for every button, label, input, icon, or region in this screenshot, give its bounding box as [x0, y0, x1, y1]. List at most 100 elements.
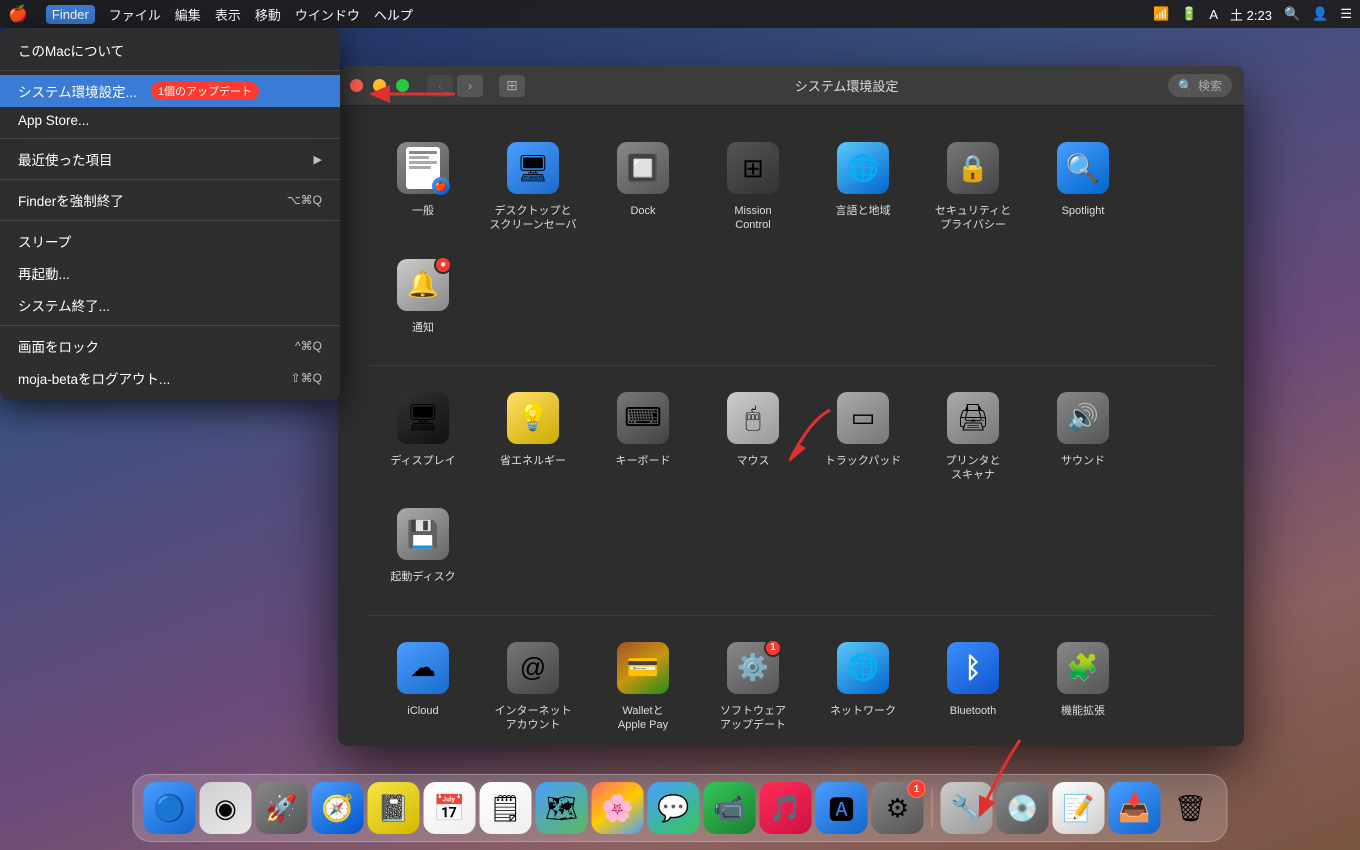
- icon-img-mouse: 🖱: [723, 388, 783, 448]
- icon-item-spotlight[interactable]: 🔍 Spotlight: [1028, 126, 1138, 243]
- icon-item-sound[interactable]: 🔊 サウンド: [1028, 376, 1138, 493]
- dock-separator: [932, 788, 933, 828]
- minimize-button[interactable]: [373, 79, 386, 92]
- icon-label-keyboard: キーボード: [616, 454, 671, 468]
- menubar-finder[interactable]: Finder: [46, 5, 95, 24]
- icon-item-network[interactable]: 🌐 ネットワーク: [808, 626, 918, 743]
- back-button[interactable]: ‹: [427, 75, 453, 97]
- dock-item-safari[interactable]: 🧭: [312, 782, 364, 834]
- menubar-help[interactable]: ヘルプ: [374, 5, 413, 24]
- icon-item-internet[interactable]: @ インターネットアカウント: [478, 626, 588, 743]
- menu-logout[interactable]: moja-betaをログアウト... ⇧⌘Q: [0, 362, 340, 394]
- menu-restart[interactable]: 再起動...: [0, 257, 340, 289]
- menubar-control-center[interactable]: ☰: [1340, 6, 1352, 22]
- icon-img-extensions: 🧩: [1053, 638, 1113, 698]
- dock-item-sysinfo[interactable]: 🔧: [941, 782, 993, 834]
- menu-syspref[interactable]: システム環境設定... 1個のアップデート: [0, 75, 340, 107]
- menu-lock[interactable]: 画面をロック ^⌘Q: [0, 330, 340, 362]
- icon-item-mission[interactable]: ⊞ MissionControl: [698, 126, 808, 243]
- dock-item-siri[interactable]: ◉: [200, 782, 252, 834]
- menu-appstore[interactable]: App Store...: [0, 107, 340, 134]
- icon-item-keyboard[interactable]: ⌨ キーボード: [588, 376, 698, 493]
- menubar-edit[interactable]: 編集: [175, 5, 201, 24]
- dock-item-maps[interactable]: 🗺: [536, 782, 588, 834]
- icon-item-mouse[interactable]: 🖱 マウス: [698, 376, 808, 493]
- dock-item-messages[interactable]: 💬: [648, 782, 700, 834]
- dock-item-downloads[interactable]: 📥: [1109, 782, 1161, 834]
- icon-item-display[interactable]: 🖥 ディスプレイ: [368, 376, 478, 493]
- dock-item-syspref[interactable]: ⚙1: [872, 782, 924, 834]
- menubar: 🍎 Finder ファイル 編集 表示 移動 ウインドウ ヘルプ 📶 🔋 A 土…: [0, 0, 1360, 28]
- forward-button[interactable]: ›: [457, 75, 483, 97]
- dock-item-textedit[interactable]: 📝: [1053, 782, 1105, 834]
- icon-item-language[interactable]: 🌐 言語と地域: [808, 126, 918, 243]
- dock-item-facetime[interactable]: 📹: [704, 782, 756, 834]
- icon-item-general[interactable]: 🍎 一般: [368, 126, 478, 243]
- icon-item-energy[interactable]: 💡 省エネルギー: [478, 376, 588, 493]
- dock-item-trash[interactable]: 🗑: [1165, 782, 1217, 834]
- search-placeholder: 検索: [1198, 77, 1222, 94]
- dock-item-appstore[interactable]: 🅰: [816, 782, 868, 834]
- icon-item-security[interactable]: 🔒 セキュリティとプライバシー: [918, 126, 1028, 243]
- icon-item-bluetooth[interactable]: ᛒ Bluetooth: [918, 626, 1028, 743]
- menu-force-quit[interactable]: Finderを強制終了 ⌥⌘Q: [0, 184, 340, 216]
- icon-item-software[interactable]: ⚙️ 1 ソフトウェアアップデート: [698, 626, 808, 743]
- icon-img-trackpad: ▭: [833, 388, 893, 448]
- menubar-wifi-icon[interactable]: 📶: [1153, 6, 1169, 22]
- apple-menu-button[interactable]: 🍎: [8, 4, 28, 24]
- icon-label-mouse: マウス: [737, 454, 770, 468]
- menu-about[interactable]: このMacについて: [0, 34, 340, 66]
- icon-img-bluetooth: ᛒ: [943, 638, 1003, 698]
- icon-item-printer[interactable]: 🖨 プリンタとスキャナ: [918, 376, 1028, 493]
- icon-item-startup[interactable]: 💾 起動ディスク: [368, 492, 478, 594]
- menu-sleep[interactable]: スリープ: [0, 225, 340, 257]
- menu-separator-4: [0, 220, 340, 221]
- maximize-button[interactable]: [396, 79, 409, 92]
- icon-img-network: 🌐: [833, 638, 893, 698]
- syspref-window: ‹ › ⊞ システム環境設定 🔍 検索 🍎 一般 🖥 デスクトップとスクリーン: [338, 66, 1244, 746]
- menubar-file[interactable]: ファイル: [109, 5, 161, 24]
- icon-item-sharing[interactable]: 📁 共有: [368, 742, 478, 746]
- icon-label-dock: Dock: [630, 204, 655, 218]
- dock-item-diskutil[interactable]: 💿: [997, 782, 1049, 834]
- dock-item-photos[interactable]: 🌸: [592, 782, 644, 834]
- icon-item-icloud[interactable]: ☁ iCloud: [368, 626, 478, 743]
- menu-separator-5: [0, 325, 340, 326]
- lock-shortcut: ^⌘Q: [295, 339, 322, 353]
- icon-item-notif[interactable]: 🔔 ● 通知: [368, 243, 478, 345]
- dock-item-calendar[interactable]: 📅: [424, 782, 476, 834]
- dock-item-finder[interactable]: 🔵: [144, 782, 196, 834]
- icon-img-software: ⚙️ 1: [723, 638, 783, 698]
- dock-item-launchpad[interactable]: 🚀: [256, 782, 308, 834]
- icon-section-2: ☁ iCloud @ インターネットアカウント 💳 WalletとApple P…: [368, 626, 1214, 746]
- icon-item-wallet[interactable]: 💳 WalletとApple Pay: [588, 626, 698, 743]
- menubar-view[interactable]: 表示: [215, 5, 241, 24]
- icon-label-wallet: WalletとApple Pay: [618, 704, 668, 733]
- icon-item-extensions[interactable]: 🧩 機能拡張: [1028, 626, 1138, 743]
- menu-recent[interactable]: 最近使った項目 ▶: [0, 143, 340, 175]
- icon-item-dock[interactable]: 🔲 Dock: [588, 126, 698, 243]
- menubar-window[interactable]: ウインドウ: [295, 5, 360, 24]
- menubar-search-icon[interactable]: 🔍: [1284, 6, 1300, 22]
- dock-item-notes[interactable]: 📓: [368, 782, 420, 834]
- icon-img-wallet: 💳: [613, 638, 673, 698]
- menu-shutdown[interactable]: システム終了...: [0, 289, 340, 321]
- grid-view-button[interactable]: ⊞: [499, 75, 525, 97]
- icon-img-printer: 🖨: [943, 388, 1003, 448]
- icon-img-language: 🌐: [833, 138, 893, 198]
- icon-item-desktop[interactable]: 🖥 デスクトップとスクリーンセーバ: [478, 126, 588, 243]
- dock-item-notes2[interactable]: 🗒: [480, 782, 532, 834]
- menubar-move[interactable]: 移動: [255, 5, 281, 24]
- icon-img-display: 🖥: [393, 388, 453, 448]
- icon-img-energy: 💡: [503, 388, 563, 448]
- icon-item-trackpad[interactable]: ▭ トラックパッド: [808, 376, 918, 493]
- dock-item-music[interactable]: 🎵: [760, 782, 812, 834]
- icon-img-sound: 🔊: [1053, 388, 1113, 448]
- search-field[interactable]: 🔍 検索: [1168, 74, 1232, 97]
- close-button[interactable]: [350, 79, 363, 92]
- recent-arrow-icon: ▶: [314, 153, 322, 166]
- icon-label-notif: 通知: [412, 321, 434, 335]
- menubar-user-icon[interactable]: 👤: [1312, 6, 1328, 22]
- icon-label-software: ソフトウェアアップデート: [720, 704, 786, 733]
- icon-label-sound: サウンド: [1061, 454, 1105, 468]
